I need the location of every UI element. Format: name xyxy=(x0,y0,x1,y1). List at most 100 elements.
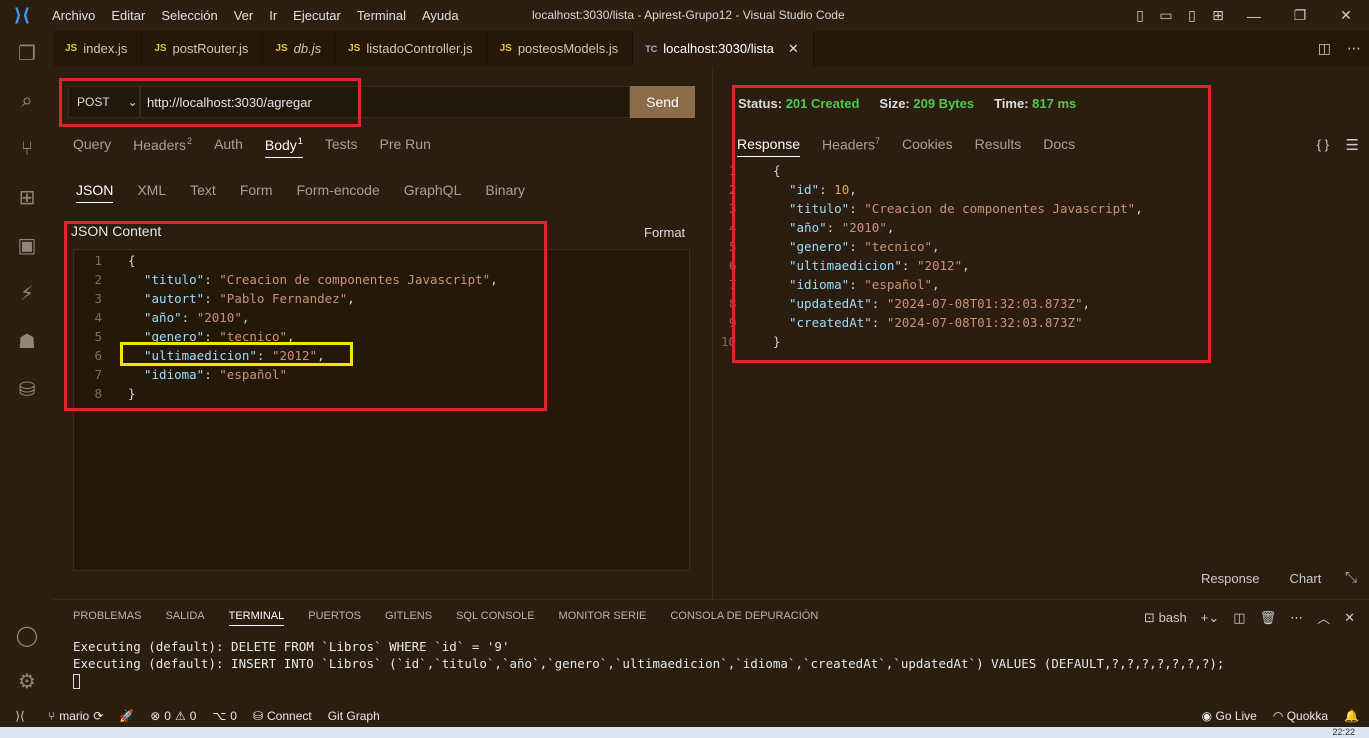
terminal-output[interactable]: Executing (default): DELETE FROM `Libros… xyxy=(73,638,1224,689)
braces-icon[interactable]: { } xyxy=(1317,137,1329,152)
url-input[interactable]: http://localhost:3030/agregar xyxy=(140,86,630,118)
tab-auth[interactable]: Auth xyxy=(214,136,243,158)
notifications-icon[interactable]: 🔔 xyxy=(1344,709,1359,723)
status-label: Status: xyxy=(738,96,783,111)
tab-query[interactable]: Query xyxy=(73,136,111,158)
json-key: "titulo" xyxy=(144,272,205,287)
tab-monitor-serie[interactable]: MONITOR SERIE xyxy=(559,610,647,626)
settings-gear-icon[interactable]: ⚙ xyxy=(13,667,41,695)
source-control-icon[interactable]: ⑂ xyxy=(13,135,41,163)
tab-sql-console[interactable]: SQL CONSOLE xyxy=(456,610,534,626)
new-terminal-icon[interactable]: +⌄ xyxy=(1201,610,1219,626)
more-icon[interactable]: ⋯ xyxy=(1290,610,1303,626)
body-type-graphql[interactable]: GraphQL xyxy=(404,182,462,203)
tab-listadocontroller-js[interactable]: JS listadoController.js xyxy=(336,31,488,66)
customize-layout-icon[interactable]: ⊞ xyxy=(1205,7,1231,24)
problems-indicator[interactable]: ⊗ 0 ⚠ 0 xyxy=(142,709,204,723)
body-type-json[interactable]: JSON xyxy=(76,182,114,203)
tab-docs[interactable]: Docs xyxy=(1043,136,1075,157)
tab-response[interactable]: Response xyxy=(737,136,801,157)
menu-terminal[interactable]: Terminal xyxy=(349,0,414,31)
code-text: "ultimaedicion": "2012", xyxy=(789,258,970,273)
line-number: 4 xyxy=(729,220,737,235)
menu-ejecutar[interactable]: Ejecutar xyxy=(285,0,349,31)
tab-response-headers[interactable]: Headers7 xyxy=(822,136,880,157)
database-icon[interactable]: ⛁ xyxy=(13,375,41,403)
quokka-button[interactable]: ◠ Quokka xyxy=(1273,709,1328,723)
tab-pre-run[interactable]: Pre Run xyxy=(380,136,431,158)
menu-icon[interactable]: ☰ xyxy=(1346,136,1359,154)
close-window-icon[interactable]: ✕ xyxy=(1323,7,1369,24)
body-type-xml[interactable]: XML xyxy=(137,182,166,203)
code-text: "idioma": "español" xyxy=(144,367,288,382)
account-icon[interactable]: ◯ xyxy=(13,621,41,649)
format-button[interactable]: Format xyxy=(644,225,685,240)
toggle-sidebar-icon[interactable]: ▯ xyxy=(1127,7,1153,24)
tab-body[interactable]: Body1 xyxy=(264,136,303,158)
search-icon[interactable]: ⌕ xyxy=(13,87,41,115)
method-select[interactable]: POST ⌄ xyxy=(68,86,140,118)
close-tab-icon[interactable]: ✕ xyxy=(788,41,799,57)
method-value: POST xyxy=(77,95,110,109)
extensions-icon[interactable]: ⊞ xyxy=(13,183,41,211)
menu-ver[interactable]: Ver xyxy=(226,0,262,31)
close-panel-icon[interactable]: ✕ xyxy=(1344,610,1355,626)
toggle-secondary-sidebar-icon[interactable]: ▯ xyxy=(1179,7,1205,24)
expand-icon[interactable]: ⤡ xyxy=(1345,569,1357,586)
menu-editar[interactable]: Editar xyxy=(103,0,153,31)
launch-icon[interactable]: 🚀 xyxy=(111,709,142,723)
code-text: "idioma": "español", xyxy=(789,277,940,292)
split-terminal-icon[interactable]: ◫ xyxy=(1233,610,1245,626)
tab-results[interactable]: Results xyxy=(975,136,1022,157)
tab-posteosmodels-js[interactable]: JS posteosModels.js xyxy=(488,31,634,66)
body-type-form[interactable]: Form xyxy=(240,182,273,203)
send-button[interactable]: Send xyxy=(630,86,695,118)
tab-problemas[interactable]: PROBLEMAS xyxy=(73,610,141,626)
body-type-text[interactable]: Text xyxy=(190,182,216,203)
git-branch[interactable]: ⑂ mario ⟳ xyxy=(40,709,111,723)
tab-db-js[interactable]: JS db.js xyxy=(263,31,337,66)
more-actions-icon[interactable]: ⋯ xyxy=(1347,40,1361,57)
tab-gitlens[interactable]: GITLENS xyxy=(385,610,432,626)
menu-seleccion[interactable]: Selección xyxy=(153,0,225,31)
trash-icon[interactable]: 🗑 xyxy=(1260,610,1277,626)
go-live-button[interactable]: ◉ Go Live xyxy=(1202,709,1257,723)
status-value: 201 Created xyxy=(785,96,860,111)
line-number: 3 xyxy=(94,291,102,306)
tab-cookies[interactable]: Cookies xyxy=(902,136,953,157)
tab-consola-depuracion[interactable]: CONSOLA DE DEPURACIÓN xyxy=(670,610,818,626)
body-type-binary[interactable]: Binary xyxy=(485,182,525,203)
tab-salida[interactable]: SALIDA xyxy=(165,610,204,626)
tab-terminal[interactable]: TERMINAL xyxy=(228,610,285,626)
thunder-client-icon[interactable]: ⚡ xyxy=(13,279,41,307)
body-type-form-encode[interactable]: Form-encode xyxy=(297,182,380,203)
ports-indicator[interactable]: ⌥ 0 xyxy=(204,709,245,723)
view-response[interactable]: Response xyxy=(1201,571,1260,586)
remote-indicator-icon[interactable]: ⟩⟨ xyxy=(0,705,40,727)
explorer-icon[interactable]: ❐ xyxy=(13,39,41,67)
tab-index-js[interactable]: JS index.js xyxy=(53,31,143,66)
json-comma: , xyxy=(962,258,970,273)
tab-localhost-lista[interactable]: TC localhost:3030/lista ✕ xyxy=(633,31,814,66)
minimize-icon[interactable]: — xyxy=(1231,8,1277,24)
tab-puertos[interactable]: PUERTOS xyxy=(308,610,361,626)
tab-tests[interactable]: Tests xyxy=(325,136,358,158)
maximize-panel-icon[interactable]: ︿ xyxy=(1317,608,1330,627)
restore-icon[interactable]: ❐ xyxy=(1277,7,1323,24)
toggle-panel-icon[interactable]: ▭ xyxy=(1153,7,1179,24)
view-chart[interactable]: Chart xyxy=(1290,571,1322,586)
git-graph-button[interactable]: Git Graph xyxy=(320,709,388,723)
alien-extension-icon[interactable]: ☗ xyxy=(13,327,41,355)
menu-ayuda[interactable]: Ayuda xyxy=(414,0,467,31)
menu-archivo[interactable]: Archivo xyxy=(44,0,103,31)
tab-headers[interactable]: Headers2 xyxy=(133,136,192,158)
remote-explorer-icon[interactable]: ▣ xyxy=(13,231,41,259)
split-editor-icon[interactable]: ◫ xyxy=(1318,40,1331,57)
menu-ir[interactable]: Ir xyxy=(261,0,285,31)
tab-postrouter-js[interactable]: JS postRouter.js xyxy=(142,31,264,66)
terminal-selector[interactable]: ⊡ bash xyxy=(1144,610,1187,626)
json-body-editor[interactable]: 1{ 2 "titulo": "Creacion de componentes J… xyxy=(73,249,690,571)
json-value: "2012" xyxy=(271,348,318,363)
line-number: 1 xyxy=(729,163,737,178)
connect-button[interactable]: ⛁ Connect xyxy=(245,709,320,723)
